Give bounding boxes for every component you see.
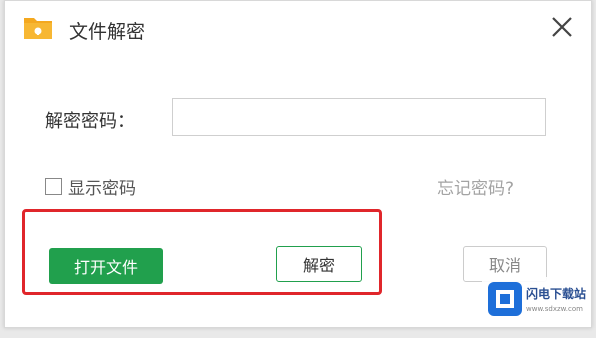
forgot-password-link[interactable]: 忘记密码? <box>437 174 514 199</box>
checkbox-box[interactable] <box>45 178 62 195</box>
show-password-checkbox[interactable]: 显示密码 <box>45 174 136 199</box>
decrypt-button[interactable]: 解密 <box>276 246 362 282</box>
watermark-url: www.sdxzw.com <box>526 305 583 313</box>
window-title: 文件解密 <box>69 21 146 43</box>
watermark-logo-icon <box>488 282 522 316</box>
watermark: 闪电下载站 www.sdxzw.com <box>482 277 588 323</box>
password-input[interactable] <box>172 98 546 136</box>
show-password-label: 显示密码 <box>68 179 136 199</box>
close-icon[interactable] <box>547 12 577 42</box>
open-file-button[interactable]: 打开文件 <box>49 248 163 284</box>
password-label: 解密密码： <box>45 111 135 132</box>
title-bar: 文件解密 <box>5 1 591 59</box>
folder-lock-icon <box>24 18 52 39</box>
watermark-text: 闪电下载站 <box>526 287 587 301</box>
